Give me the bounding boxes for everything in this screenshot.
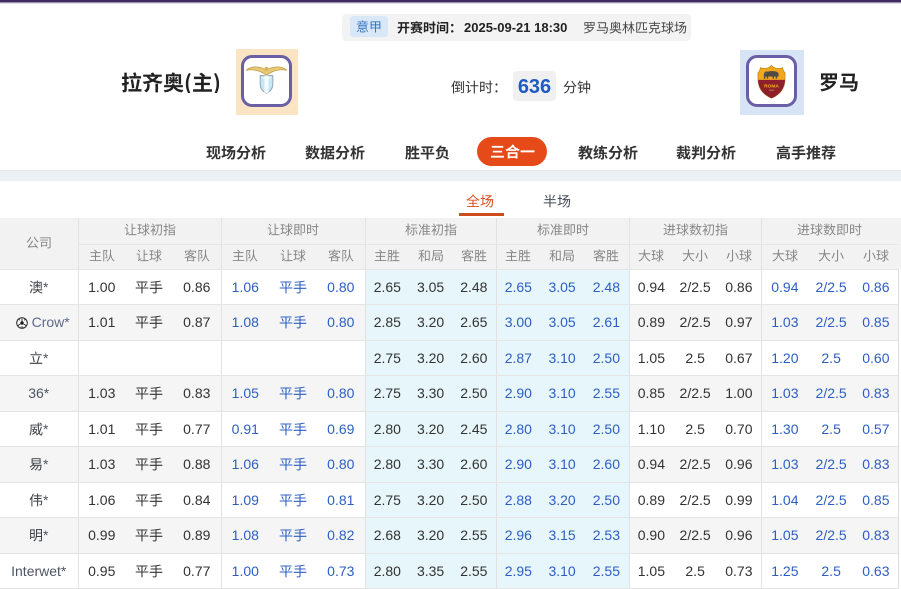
svg-text:ROMA: ROMA (764, 83, 779, 89)
